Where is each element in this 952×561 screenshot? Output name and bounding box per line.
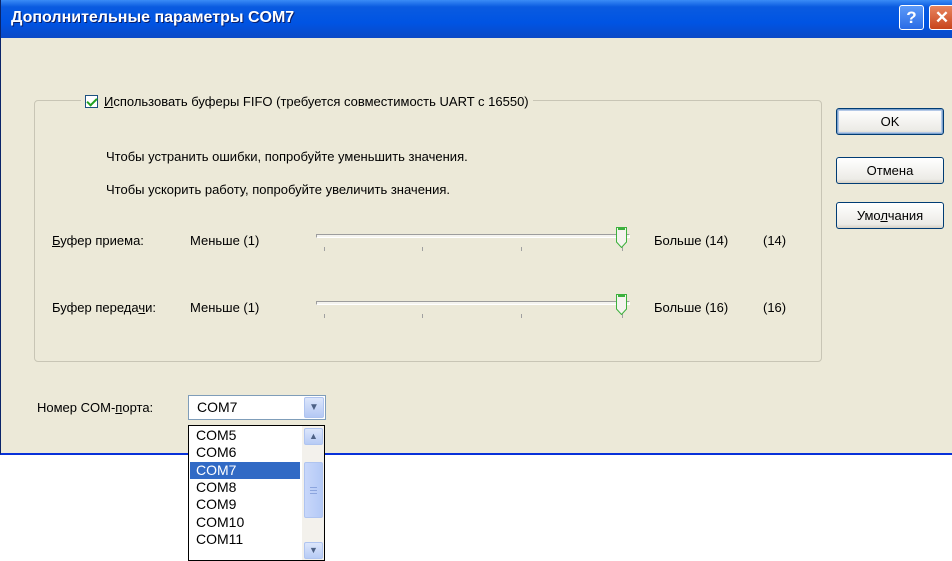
slider-track — [316, 301, 630, 305]
close-button[interactable]: ✕ — [929, 5, 952, 30]
receive-buffer-slider[interactable] — [316, 224, 634, 254]
receive-buffer-value: (14) — [763, 233, 787, 248]
dropdown-option[interactable]: COM9 — [190, 496, 300, 513]
cancel-button[interactable]: Отмена — [836, 157, 944, 184]
dropdown-option[interactable]: COM6 — [190, 444, 300, 461]
transmit-buffer-max-label: Больше (16) — [654, 300, 729, 315]
slider-track — [316, 234, 630, 238]
dialog-window: Дополнительные параметры COM7 ? ✕ Исполь… — [0, 0, 952, 455]
fifo-checkbox-label[interactable]: Использовать буферы FIFO (требуется совм… — [104, 94, 529, 109]
fifo-checkbox[interactable] — [85, 95, 98, 108]
scroll-down-button[interactable]: ▼ — [304, 542, 323, 559]
hint-reduce-errors: Чтобы устранить ошибки, попробуйте умень… — [106, 149, 468, 164]
com-port-dropdown-list[interactable]: ▲ ▼ COM5 COM6 COM7 COM8 COM9 COM10 COM11 — [188, 425, 325, 561]
transmit-buffer-value: (16) — [763, 300, 787, 315]
dropdown-scrollbar[interactable]: ▲ ▼ — [302, 426, 324, 560]
close-icon: ✕ — [934, 8, 950, 27]
receive-buffer-label: Буфер приема: — [52, 233, 144, 248]
slider-tick — [324, 247, 325, 251]
slider-thumb[interactable] — [616, 294, 627, 315]
transmit-buffer-min-label: Меньше (1) — [190, 300, 260, 315]
dropdown-option[interactable]: COM7 — [190, 461, 300, 479]
grip-line — [310, 487, 317, 488]
receive-buffer-max-label: Больше (14) — [654, 233, 729, 248]
chevron-up-icon: ▲ — [309, 431, 318, 441]
slider-tick — [521, 247, 522, 251]
transmit-buffer-slider[interactable] — [316, 291, 634, 321]
com-port-label: Номер COM-порта: — [37, 400, 154, 415]
defaults-button[interactable]: Умолчания — [836, 202, 944, 229]
slider-tick — [422, 247, 423, 251]
window-title: Дополнительные параметры COM7 — [11, 9, 295, 26]
slider-tick — [324, 314, 325, 318]
slider-tick — [422, 314, 423, 318]
dropdown-option[interactable]: COM11 — [190, 531, 300, 548]
dropdown-option[interactable]: COM8 — [190, 479, 300, 496]
chevron-down-icon: ▼ — [309, 402, 319, 413]
question-mark-icon: ? — [906, 8, 917, 27]
grip-line — [310, 490, 317, 491]
slider-tick — [521, 314, 522, 318]
ok-button[interactable]: OK — [836, 108, 944, 135]
slider-thumb[interactable] — [616, 227, 627, 248]
com-port-selected-value: COM7 — [197, 399, 238, 415]
com-port-combobox[interactable]: COM7 ▼ — [188, 395, 326, 420]
combo-dropdown-button[interactable]: ▼ — [304, 397, 324, 418]
hint-speed-up: Чтобы ускорить работу, попробуйте увелич… — [106, 182, 451, 197]
chevron-down-icon: ▼ — [309, 545, 318, 555]
title-bar[interactable]: Дополнительные параметры COM7 ? ✕ — [1, 0, 952, 38]
scrollbar-thumb[interactable] — [304, 462, 323, 518]
help-button[interactable]: ? — [899, 5, 924, 30]
receive-buffer-min-label: Меньше (1) — [190, 233, 260, 248]
dropdown-option[interactable]: COM5 — [190, 427, 300, 444]
scroll-up-button[interactable]: ▲ — [304, 428, 323, 445]
grip-line — [310, 493, 317, 494]
fifo-checkbox-row[interactable]: Использовать буферы FIFO (требуется совм… — [81, 94, 533, 109]
transmit-buffer-label: Буфер передачи: — [52, 300, 156, 315]
dropdown-option[interactable]: COM10 — [190, 514, 300, 531]
